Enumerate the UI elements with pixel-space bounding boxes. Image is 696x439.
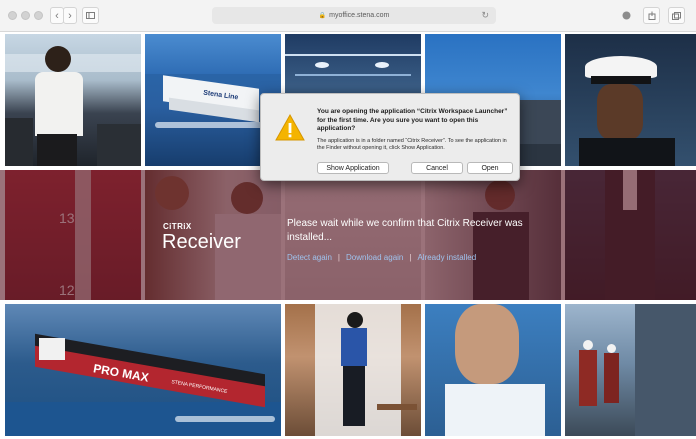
photo-shipyard-workers — [565, 304, 696, 436]
open-application-dialog: You are opening the application “Citrix … — [260, 93, 520, 181]
already-installed-link[interactable]: Already installed — [417, 253, 476, 262]
close-window-button[interactable] — [8, 11, 17, 20]
show-application-button[interactable]: Show Application — [317, 162, 389, 174]
address-bar[interactable]: 🔒 myoffice.stena.com ↻ — [212, 7, 496, 24]
sidebar-icon — [86, 12, 95, 19]
chevron-right-icon: › — [68, 9, 72, 22]
dialog-message: The application is in a folder named “Ci… — [317, 138, 507, 151]
dialog-title: You are opening the application “Citrix … — [317, 108, 508, 132]
receiver-title: Receiver — [162, 231, 241, 253]
photo-engineer-corridor — [285, 304, 421, 436]
open-button[interactable]: Open — [467, 162, 513, 174]
photo-bridge-officer — [5, 34, 141, 166]
sidebar-button[interactable] — [82, 7, 99, 24]
share-icon — [648, 11, 655, 20]
photo-officer-closeup — [425, 304, 561, 436]
link-separator: | — [337, 253, 340, 262]
privacy-button[interactable] — [618, 7, 635, 24]
minimize-window-button[interactable] — [21, 11, 30, 20]
citrix-logo: CiTRiX — [163, 222, 192, 231]
url-text: myoffice.stena.com — [329, 12, 390, 19]
photo-tanker-ship: PRO MAX STENA PERFORMANCE — [5, 304, 281, 436]
detection-message: Please wait while we confirm that Citrix… — [287, 218, 523, 243]
forward-button[interactable]: › — [63, 7, 77, 24]
link-separator: | — [409, 253, 412, 262]
detect-again-link[interactable]: Detect again — [287, 253, 332, 262]
tabs-overview-button[interactable] — [668, 7, 685, 24]
tabs-icon — [672, 11, 681, 20]
back-button[interactable]: ‹ — [50, 7, 64, 24]
cancel-button[interactable]: Cancel — [411, 162, 463, 174]
share-button[interactable] — [643, 7, 660, 24]
detection-links: Detect again | Download again | Already inst… — [287, 253, 476, 262]
chevron-left-icon: ‹ — [55, 9, 59, 22]
photo-captain — [565, 34, 696, 166]
download-again-link[interactable]: Download again — [346, 253, 403, 262]
zoom-window-button[interactable] — [34, 11, 43, 20]
lock-icon: 🔒 — [318, 13, 327, 19]
shield-icon — [622, 11, 631, 20]
warning-icon — [275, 114, 305, 141]
browser-toolbar: ‹ › 🔒 myoffice.stena.com ↻ — [0, 0, 696, 32]
reload-icon[interactable]: ↻ — [481, 10, 489, 21]
